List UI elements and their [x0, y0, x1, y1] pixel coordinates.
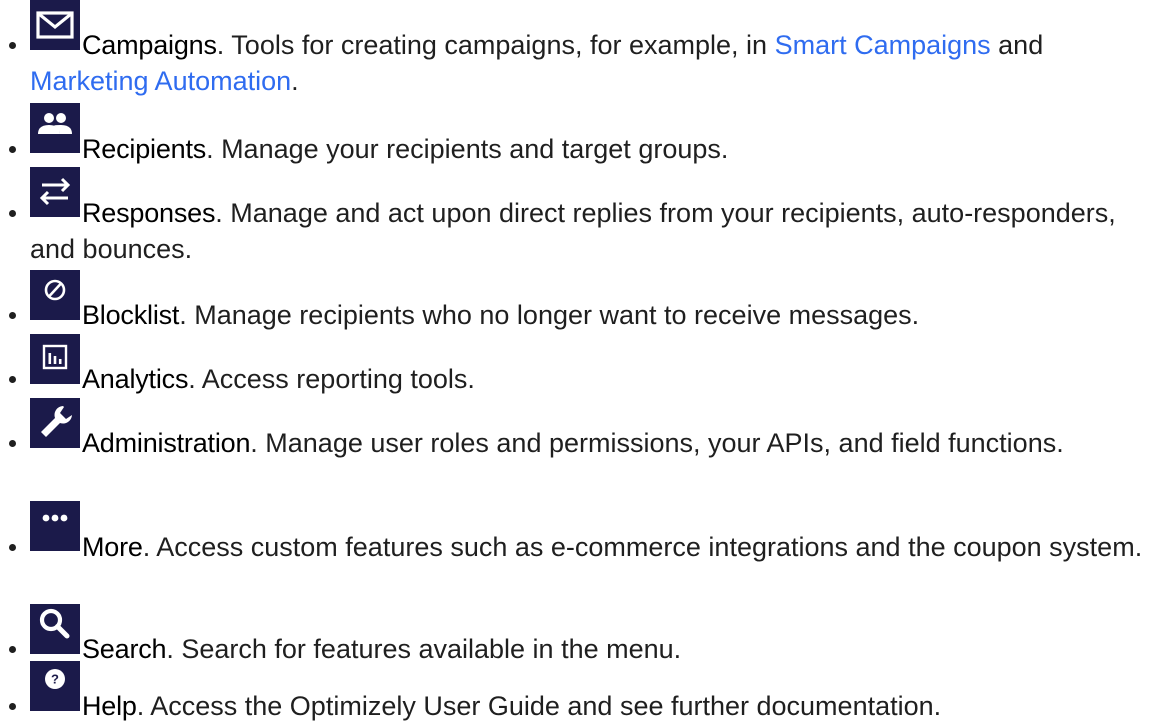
list-item-text: Help. Access the Optimizely User Guide a…: [30, 688, 1166, 724]
list-item-text: More. Access custom features such as e-c…: [30, 529, 1166, 565]
list-item-text: Blocklist. Manage recipients who no long…: [30, 297, 1166, 333]
bullet: [9, 646, 16, 653]
feature-name: Administration: [82, 428, 251, 458]
list-item-text: Analytics. Access reporting tools.: [30, 361, 1166, 397]
feature-name: Help: [82, 691, 137, 721]
feature-name: More: [82, 532, 143, 562]
list-item-text: Recipients. Manage your recipients and t…: [30, 131, 1166, 167]
list-item-text: Administration. Manage user roles and pe…: [30, 425, 1166, 461]
feature-description: . Access custom features such as e-comme…: [142, 532, 1143, 562]
feature-name: Blocklist: [82, 300, 180, 330]
list-item-text: Search. Search for features available in…: [30, 631, 1166, 667]
feature-description: . Access reporting tools.: [188, 364, 475, 394]
bullet: [9, 146, 16, 153]
list-item-text: Campaigns. Tools for creating campaigns,…: [30, 27, 1166, 99]
feature-description: . Tools for creating campaigns, for exam…: [216, 30, 775, 60]
bullet: [9, 376, 16, 383]
feature-name: Search: [82, 634, 167, 664]
bullet: [9, 210, 16, 217]
feature-name: Recipients: [82, 134, 207, 164]
bullet: [9, 312, 16, 319]
svg-text:?: ?: [51, 672, 59, 687]
bullet: [9, 544, 16, 551]
bullet: [9, 440, 16, 447]
feature-description: . Search for features available in the m…: [166, 634, 682, 664]
feature-description-end: .: [291, 66, 299, 96]
feature-name: Responses: [82, 198, 216, 228]
feature-documentation: Campaigns. Tools for creating campaigns,…: [0, 0, 1174, 721]
bullet: [9, 42, 16, 49]
feature-name: Campaigns: [82, 30, 217, 60]
feature-name: Analytics: [82, 364, 189, 394]
marketing-automation-link[interactable]: Marketing Automation: [30, 66, 291, 96]
list-item-text: Responses. Manage and act upon direct re…: [30, 195, 1166, 267]
feature-description: . Manage recipients who no longer want t…: [179, 300, 920, 330]
feature-description: . Manage user roles and permissions, you…: [250, 428, 1064, 458]
bullet: [9, 703, 16, 710]
feature-description: . Manage your recipients and target grou…: [206, 134, 729, 164]
smart-campaigns-link[interactable]: Smart Campaigns: [775, 30, 991, 60]
feature-description: . Access the Optimizely User Guide and s…: [136, 691, 942, 721]
feature-description-mid: and: [990, 30, 1044, 60]
